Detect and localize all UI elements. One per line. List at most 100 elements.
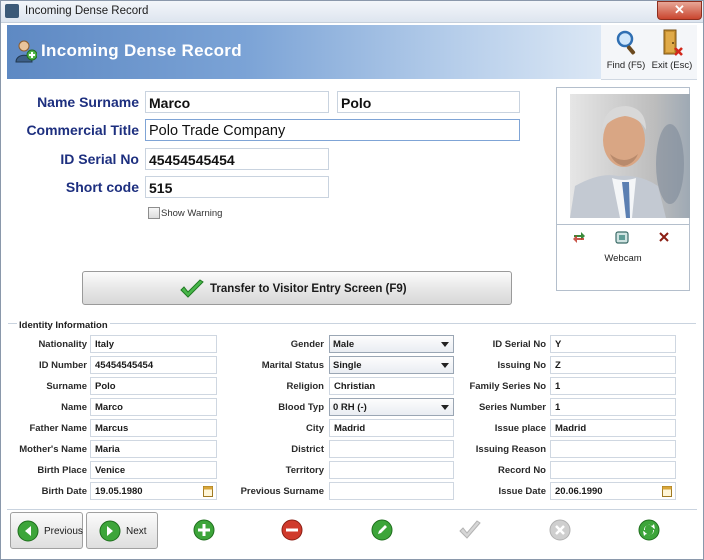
territory-field[interactable] [329,461,454,479]
issue-place-label: Issue place [494,423,546,434]
issuing-reason-field[interactable] [550,440,676,458]
window-title: Incoming Dense Record [25,5,149,17]
series-number-label: Series Number [478,402,546,413]
exit-door-icon [663,29,683,56]
id-number-field[interactable]: 45454545454 [90,356,217,374]
chevron-down-icon [441,342,449,347]
short-code-field[interactable]: 515 [145,176,329,198]
calendar-icon[interactable] [203,485,213,497]
religion-label: Religion [286,381,324,392]
issue-date-value: 20.06.1990 [555,486,603,497]
birth-place-label: Birth Place [37,465,87,476]
blood-type-select[interactable]: 0 RH (-) [329,398,454,416]
swap-icon[interactable] [572,231,586,244]
chevron-down-icon [441,405,449,410]
marital-status-value: Single [333,360,362,371]
identity-surname-field[interactable]: Polo [90,377,217,395]
find-button[interactable]: Find (F5) [603,25,649,79]
father-name-field[interactable]: Marcus [90,419,217,437]
photo-panel: Webcam [556,87,690,291]
blood-type-value: 0 RH (-) [333,402,367,413]
city-field[interactable]: Madrid [329,419,454,437]
issuing-reason-label: Issuing Reason [475,444,546,455]
family-series-field[interactable]: 1 [550,377,676,395]
first-name-field[interactable]: Marco [145,91,329,113]
identity-section-title: Identity Information [17,320,110,331]
family-series-label: Family Series No [469,381,546,392]
id-serial-field[interactable]: 45454545454 [145,148,329,170]
district-field[interactable] [329,440,454,458]
calendar-icon[interactable] [662,485,672,497]
visitor-photo [570,94,690,218]
chevron-down-icon [441,363,449,368]
header-banner: Incoming Dense Record [7,25,601,79]
gender-value: Male [333,339,355,350]
city-label: City [306,423,324,434]
delete-record-icon[interactable] [281,519,303,541]
territory-label: Territory [285,465,324,476]
surname-label: Surname [46,381,87,392]
photo-divider [557,224,689,225]
show-warning-checkbox[interactable] [148,207,160,219]
record-no-label: Record No [497,465,546,476]
birth-place-field[interactable]: Venice [90,461,217,479]
title-bar: Incoming Dense Record ✕ [1,1,703,23]
webcam-label: Webcam [604,253,642,264]
next-button[interactable]: Next [86,512,158,549]
issue-date-field[interactable]: 20.06.1990 [550,482,676,500]
birth-date-value: 19.05.1980 [95,486,143,497]
birth-date-field[interactable]: 19.05.1980 [90,482,217,500]
identity-serial-field[interactable]: Y [550,335,676,353]
commercial-title-label: Commercial Title [26,122,139,138]
father-name-label: Father Name [29,423,87,434]
previous-surname-label: Previous Surname [240,486,324,497]
issue-place-field[interactable]: Madrid [550,419,676,437]
arrow-right-icon [99,520,121,542]
add-record-icon[interactable] [193,519,215,541]
id-serial-label: ID Serial No [60,151,139,167]
issuing-no-label: Issuing No [497,360,546,371]
clear-photo-icon[interactable] [658,231,670,243]
main-window: Incoming Dense Record ✕ Incoming Dense R… [0,0,704,560]
webcam-icon[interactable] [615,231,629,244]
exit-button[interactable]: Exit (Esc) [649,25,695,79]
marital-status-select[interactable]: Single [329,356,454,374]
short-code-label: Short code [65,179,139,195]
previous-surname-field[interactable] [329,482,454,500]
page-title: Incoming Dense Record [41,41,242,60]
series-number-field[interactable]: 1 [550,398,676,416]
previous-button[interactable]: Previous [10,512,83,549]
record-no-field[interactable] [550,461,676,479]
close-window-button[interactable]: ✕ [657,1,702,20]
identity-serial-label: ID Serial No [492,339,546,350]
birth-date-label: Birth Date [41,486,87,497]
transfer-button[interactable]: Transfer to Visitor Entry Screen (F9) [82,271,512,305]
mother-name-label: Mother's Name [19,444,87,455]
name-surname-label: Name Surname [37,94,139,110]
next-label: Next [126,526,147,537]
find-label: Find (F5) [606,60,646,71]
gender-select[interactable]: Male [329,335,454,353]
toolbar: Find (F5) Exit (Esc) [601,25,697,80]
cancel-icon [549,519,571,541]
gender-label: Gender [290,339,324,350]
surname-field[interactable]: Polo [337,91,520,113]
issuing-no-field[interactable]: Z [550,356,676,374]
transfer-label: Transfer to Visitor Entry Screen (F9) [210,283,407,295]
app-icon [5,4,19,18]
save-check-icon [459,520,481,539]
issue-date-label: Issue Date [498,486,546,497]
mother-name-field[interactable]: Maria [90,440,217,458]
edit-record-icon[interactable] [371,519,393,541]
checkmark-icon [180,279,204,298]
marital-status-label: Marital Status [261,360,324,371]
religion-field[interactable]: Christian [329,377,454,395]
identity-name-field[interactable]: Marco [90,398,217,416]
refresh-icon[interactable] [638,519,660,541]
nationality-field[interactable]: Italy [90,335,217,353]
previous-label: Previous [44,526,83,537]
show-warning-label: Show Warning [161,208,223,219]
blood-type-label: Blood Typ [278,402,324,413]
commercial-title-field[interactable]: Polo Trade Company [145,119,520,141]
district-label: District [291,444,324,455]
